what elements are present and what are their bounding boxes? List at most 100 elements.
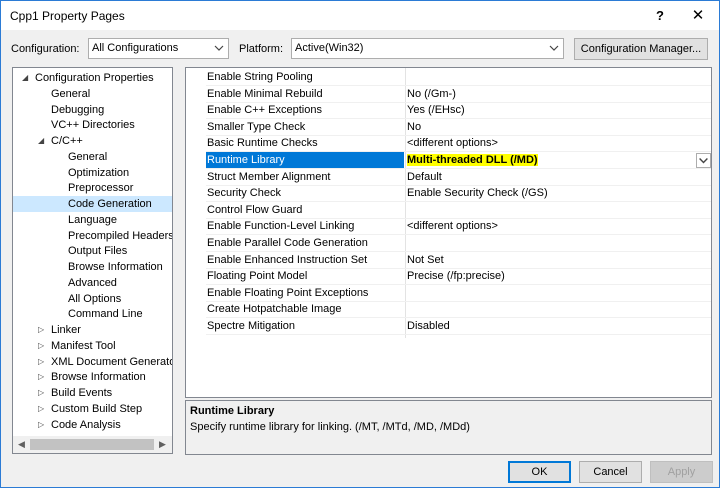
property-row[interactable]: Smaller Type Check No bbox=[186, 119, 711, 136]
property-name: Enable Function-Level Linking bbox=[207, 220, 355, 233]
configuration-value: All Configurations bbox=[92, 42, 179, 54]
ok-button[interactable]: OK bbox=[508, 461, 571, 483]
collapsed-arrow-icon[interactable]: ▷ bbox=[38, 338, 48, 354]
scroll-thumb[interactable] bbox=[30, 439, 154, 450]
expanded-arrow-icon[interactable]: ◢ bbox=[22, 70, 32, 86]
tree-item-label: XML Document Generator bbox=[51, 355, 173, 368]
property-value-cell[interactable] bbox=[407, 69, 711, 86]
tree-item-label: Output Files bbox=[68, 245, 128, 258]
chevron-down-icon bbox=[549, 45, 559, 51]
title-bar: Cpp1 Property Pages ? ✕ bbox=[1, 1, 719, 30]
property-row[interactable]: Enable String Pooling bbox=[186, 69, 711, 86]
scroll-right-icon[interactable]: ▶ bbox=[159, 439, 166, 450]
tree-item-label: Debugging bbox=[51, 103, 105, 116]
collapsed-arrow-icon[interactable]: ▷ bbox=[38, 322, 48, 338]
property-name: Create Hotpatchable Image bbox=[207, 303, 342, 316]
property-name: Enable Floating Point Exceptions bbox=[207, 286, 369, 299]
property-row[interactable]: Spectre Mitigation Disabled bbox=[186, 318, 711, 335]
property-value-cell[interactable]: Not Set bbox=[407, 252, 711, 269]
property-value-cell[interactable]: Multi-threaded DLL (/MD) bbox=[407, 152, 711, 169]
value-dropdown-button[interactable] bbox=[696, 153, 711, 168]
property-name: Runtime Library bbox=[206, 152, 404, 169]
property-row[interactable]: Struct Member Alignment Default bbox=[186, 169, 711, 186]
property-name: Enable Parallel Code Generation bbox=[207, 237, 368, 249]
platform-dropdown[interactable]: Active(Win32) bbox=[291, 38, 564, 59]
property-name: Spectre Mitigation bbox=[207, 320, 296, 332]
property-row[interactable]: Runtime Library Multi-threaded DLL (/MD) bbox=[186, 152, 711, 169]
tree-item-label: Advanced bbox=[68, 276, 117, 289]
collapsed-arrow-icon[interactable]: ▷ bbox=[38, 401, 48, 417]
expanded-arrow-icon[interactable]: ◢ bbox=[38, 133, 48, 149]
property-row[interactable]: Enable Floating Point Exceptions bbox=[186, 285, 711, 302]
property-row[interactable]: Enable Enhanced Instruction Set Not Set bbox=[186, 252, 711, 269]
cancel-button[interactable]: Cancel bbox=[579, 461, 642, 483]
property-value: Enable Security Check (/GS) bbox=[407, 187, 548, 200]
tree-item-label: Linker bbox=[51, 324, 81, 336]
property-name: Enable C++ Exceptions bbox=[207, 104, 322, 117]
tree-item-label: All Options bbox=[68, 292, 122, 305]
property-value-cell[interactable] bbox=[407, 301, 711, 318]
collapsed-arrow-icon[interactable]: ▷ bbox=[38, 385, 48, 401]
property-value-cell[interactable]: No (/Gm-) bbox=[407, 86, 711, 103]
property-name: Struct Member Alignment bbox=[207, 170, 331, 183]
tree-item-label: Language bbox=[68, 213, 117, 226]
tree-item-label: Precompiled Headers bbox=[68, 229, 173, 242]
category-tree[interactable]: ◢ Configuration Properties General Debuggin… bbox=[12, 67, 173, 454]
tree-item-label: VC++ Directories bbox=[51, 119, 135, 132]
property-name: Security Check bbox=[207, 187, 281, 200]
description-panel: Runtime Library Specify runtime library … bbox=[185, 400, 712, 455]
apply-button[interactable]: Apply bbox=[650, 461, 713, 483]
property-row[interactable]: Basic Runtime Checks <different options> bbox=[186, 135, 711, 152]
close-button[interactable]: ✕ bbox=[675, 1, 720, 30]
property-row[interactable]: Control Flow Guard bbox=[186, 202, 711, 219]
property-value-cell[interactable] bbox=[407, 202, 711, 219]
property-grid[interactable]: Enable String Pooling Enable Minimal Rebu… bbox=[185, 67, 712, 398]
property-value: Disabled bbox=[407, 320, 450, 332]
property-row[interactable]: Enable Minimal Rebuild No (/Gm-) bbox=[186, 86, 711, 103]
property-row[interactable]: Floating Point Model Precise (/fp:precise… bbox=[186, 268, 711, 285]
tree-item-label: Manifest Tool bbox=[51, 339, 116, 352]
collapsed-arrow-icon[interactable]: ▷ bbox=[38, 369, 48, 385]
platform-value: Active(Win32) bbox=[295, 42, 364, 54]
chevron-down-icon bbox=[699, 158, 708, 164]
tree-item-label: Command Line bbox=[68, 308, 143, 321]
property-value-cell[interactable]: <different options> bbox=[407, 218, 711, 235]
property-name: Smaller Type Check bbox=[207, 120, 306, 133]
property-row[interactable]: Enable C++ Exceptions Yes (/EHsc) bbox=[186, 102, 711, 119]
property-row[interactable]: Enable Function-Level Linking <different … bbox=[186, 218, 711, 235]
property-name: Floating Point Model bbox=[207, 270, 308, 283]
property-name: Enable String Pooling bbox=[207, 71, 313, 83]
tree-item-label: Build Events bbox=[51, 387, 113, 399]
collapsed-arrow-icon[interactable]: ▷ bbox=[38, 417, 48, 433]
configuration-manager-button[interactable]: Configuration Manager... bbox=[574, 38, 708, 60]
property-value-cell[interactable]: No bbox=[407, 119, 711, 136]
property-name: Enable Enhanced Instruction Set bbox=[207, 253, 368, 266]
property-value-cell[interactable]: Default bbox=[407, 169, 711, 186]
tree-item[interactable]: Code Generation bbox=[13, 196, 172, 212]
tree-item-label: Custom Build Step bbox=[51, 402, 143, 415]
property-value: Precise (/fp:precise) bbox=[407, 270, 505, 283]
tree-horizontal-scrollbar[interactable]: ◀ ▶ bbox=[13, 436, 172, 453]
tree-item-label: Configuration Properties bbox=[35, 72, 154, 84]
property-value-cell[interactable]: <different options> bbox=[407, 135, 711, 152]
property-value-cell[interactable]: Yes (/EHsc) bbox=[407, 102, 711, 119]
property-value-cell[interactable]: Disabled bbox=[407, 318, 711, 335]
property-row[interactable]: Enable Parallel Code Generation bbox=[186, 235, 711, 252]
platform-label: Platform: bbox=[239, 43, 284, 55]
tree-item-label: Optimization bbox=[68, 166, 130, 179]
property-value: Yes (/EHsc) bbox=[407, 104, 465, 117]
property-value-cell[interactable]: Enable Security Check (/GS) bbox=[407, 185, 711, 202]
property-value: Multi-threaded DLL (/MD) bbox=[407, 154, 538, 166]
property-name: Basic Runtime Checks bbox=[207, 137, 318, 150]
configuration-dropdown[interactable]: All Configurations bbox=[88, 38, 229, 59]
property-value-cell[interactable] bbox=[407, 235, 711, 252]
property-value: No bbox=[407, 120, 422, 133]
property-row[interactable]: Security Check Enable Security Check (/GS… bbox=[186, 185, 711, 202]
property-value-cell[interactable]: Precise (/fp:precise) bbox=[407, 268, 711, 285]
scroll-left-icon[interactable]: ◀ bbox=[18, 439, 25, 450]
property-value-cell[interactable] bbox=[407, 285, 711, 302]
collapsed-arrow-icon[interactable]: ▷ bbox=[38, 354, 48, 370]
property-row[interactable]: Create Hotpatchable Image bbox=[186, 301, 711, 318]
description-text: Specify runtime library for linking. (/M… bbox=[190, 421, 470, 433]
property-value: No (/Gm-) bbox=[407, 87, 456, 100]
